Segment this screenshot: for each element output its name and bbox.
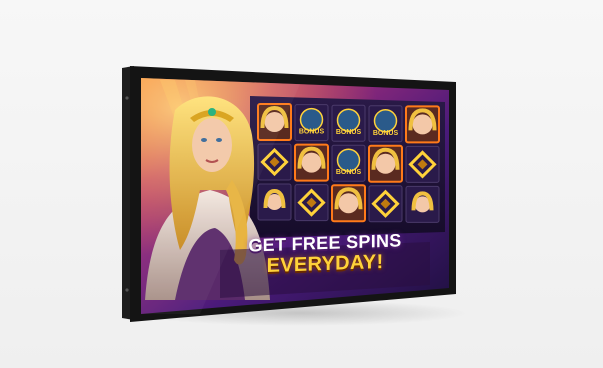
bonus-label: BONUS <box>373 130 399 137</box>
reel-symbol-queen <box>405 105 440 144</box>
reel-symbol-queen <box>331 184 366 223</box>
bonus-label: BONUS <box>336 169 362 176</box>
reel-symbol-queen <box>368 144 403 183</box>
monitor-illustration: BONUS BONUS BONUS BONUS <box>122 66 456 322</box>
reel-symbol-queen-small <box>257 183 292 221</box>
reel-symbol-diamond <box>294 184 329 222</box>
reel-symbol-diamond <box>405 145 440 183</box>
reel-symbol-bonus: BONUS <box>294 104 329 142</box>
reel-symbol-bonus: BONUS <box>331 104 366 142</box>
reel-symbol-queen <box>294 143 329 182</box>
product-photo: BONUS BONUS BONUS BONUS GET FREE SPINS E… <box>0 0 603 368</box>
bonus-label: BONUS <box>336 129 362 136</box>
reel-symbol-diamond <box>368 185 403 223</box>
bonus-label: BONUS <box>299 129 325 136</box>
reel-symbol-queen-small <box>405 185 440 223</box>
slot-reels: BONUS BONUS BONUS BONUS <box>257 103 440 223</box>
reel-symbol-bonus: BONUS <box>331 144 366 182</box>
reel-symbol-bonus: BONUS <box>368 105 403 143</box>
